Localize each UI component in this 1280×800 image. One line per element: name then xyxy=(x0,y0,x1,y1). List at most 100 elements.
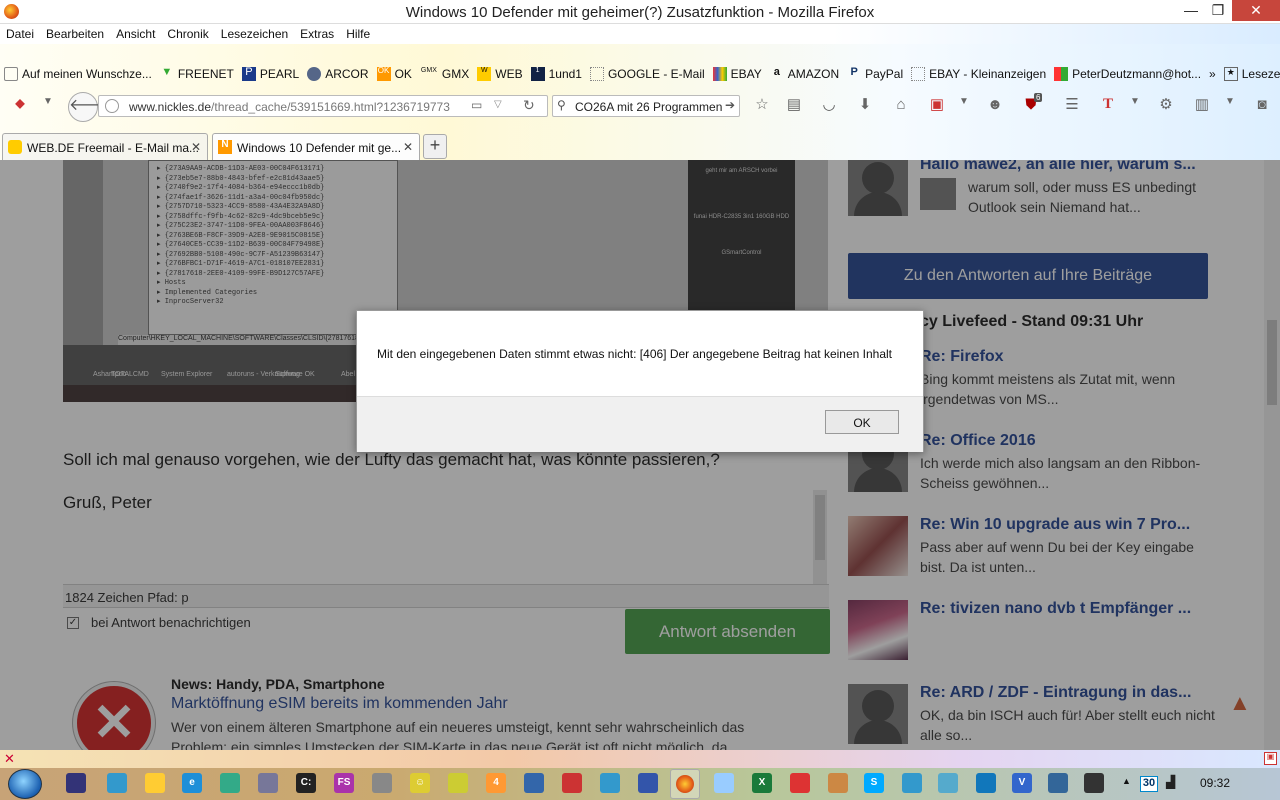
freenet-icon: ▼ xyxy=(161,66,173,78)
start-button[interactable] xyxy=(8,769,42,799)
chevron-up-icon[interactable]: ▲ xyxy=(1122,777,1131,786)
app-icon[interactable] xyxy=(372,773,392,793)
reload-icon[interactable]: ↻ xyxy=(523,98,535,112)
app-icon[interactable] xyxy=(902,773,922,793)
back-button[interactable]: 🡐 xyxy=(68,92,112,122)
addon-icon[interactable]: ▣ xyxy=(927,97,947,117)
menu-icon[interactable]: ☰ xyxy=(1062,97,1082,117)
firefox-taskbar-button[interactable] xyxy=(670,769,700,799)
app-icon[interactable] xyxy=(1048,773,1068,793)
reader-view-icon[interactable]: ▭ xyxy=(471,99,482,111)
close-tab-icon[interactable]: ✕ xyxy=(191,140,201,154)
menu-extras[interactable]: Extras xyxy=(300,27,334,41)
bookmarks-overflow-button[interactable]: » xyxy=(1209,67,1216,81)
signal-icon[interactable]: ▟ xyxy=(1166,776,1175,788)
bookmark-item[interactable]: EBAY - Kleinanzeigen xyxy=(911,67,1046,81)
fritzbox-icon[interactable]: ◆ xyxy=(10,97,30,117)
close-icon[interactable]: ✕ xyxy=(4,751,15,767)
bookmark-item[interactable]: OK OK xyxy=(376,67,412,81)
app-icon[interactable] xyxy=(938,773,958,793)
maximize-button[interactable]: ❐ xyxy=(1204,2,1232,23)
addon-badge: 6 xyxy=(1034,93,1043,102)
emoji-icon[interactable]: ☻ xyxy=(985,97,1005,117)
menu-bar: Datei Bearbeiten Ansicht Chronik Lesezei… xyxy=(0,24,1280,44)
gmx-icon: GMX xyxy=(420,67,437,74)
bookmark-item[interactable]: P PEARL xyxy=(241,67,299,81)
home-icon[interactable]: ⌂ xyxy=(891,97,911,117)
bookmarks-menu-button[interactable]: ★Lesezeichen xyxy=(1223,67,1280,81)
app-icon[interactable] xyxy=(524,773,544,793)
new-tab-button[interactable]: + xyxy=(423,134,447,159)
window-title: Windows 10 Defender mit geheimer(?) Zusa… xyxy=(405,4,875,21)
tab-nickles[interactable]: N Windows 10 Defender mit ge... ✕ xyxy=(212,133,420,160)
clock[interactable]: 09:32 xyxy=(1200,776,1230,790)
search-input[interactable]: CO26A mit 26 Programmen xyxy=(575,100,722,114)
url-bar[interactable]: www.nickles.de/thread_cache/539151669.ht… xyxy=(98,95,548,117)
text-tool-icon[interactable]: T xyxy=(1098,97,1118,117)
bookmark-item[interactable]: GMX GMX xyxy=(420,67,469,81)
menu-datei[interactable]: Datei xyxy=(6,27,34,41)
excel-icon[interactable]: X xyxy=(752,773,772,793)
bookmark-item[interactable]: GOOGLE - E-Mail xyxy=(589,67,705,81)
chrome-icon[interactable] xyxy=(790,773,810,793)
fs-icon[interactable]: FS xyxy=(334,773,354,793)
webde-icon xyxy=(8,140,22,154)
cmd-icon[interactable]: C: xyxy=(296,773,316,793)
addon-icon[interactable]: ▣ xyxy=(1264,752,1277,765)
emoji-icon[interactable]: ☺ xyxy=(410,773,430,793)
chevron-down-icon[interactable]: ▽ xyxy=(494,100,502,110)
tab-webde[interactable]: WEB.DE Freemail - E-Mail ma... ✕ xyxy=(2,133,208,160)
app-icon[interactable] xyxy=(976,773,996,793)
bookmark-item[interactable]: ▼ FREENET xyxy=(160,66,233,82)
chevron-down-icon[interactable]: ▼ xyxy=(1220,97,1240,117)
bookmarks-list-icon[interactable]: ▤ xyxy=(784,97,804,117)
skype-icon[interactable]: S xyxy=(864,773,884,793)
menu-lesezeichen[interactable]: Lesezeichen xyxy=(221,27,288,41)
bookmark-item[interactable]: EBAY xyxy=(712,67,762,81)
pocket-icon[interactable]: ◡ xyxy=(819,97,839,117)
download-icon[interactable]: ⬇ xyxy=(855,97,875,117)
ie-icon[interactable]: e xyxy=(182,773,202,793)
app-icon[interactable] xyxy=(562,773,582,793)
menu-ansicht[interactable]: Ansicht xyxy=(116,27,155,41)
app-icon[interactable]: V xyxy=(1012,773,1032,793)
arcor-icon xyxy=(307,67,322,81)
ebay-icon xyxy=(712,67,727,81)
puzzle-icon[interactable]: ⚙ xyxy=(1156,97,1176,117)
explorer-icon[interactable] xyxy=(66,773,86,793)
menu-chronik[interactable]: Chronik xyxy=(167,27,208,41)
bookmark-item[interactable]: PeterDeutzmann@hot... xyxy=(1054,67,1201,81)
app-icon[interactable] xyxy=(1084,773,1104,793)
app-icon[interactable]: 4 xyxy=(486,773,506,793)
clipboard-icon[interactable]: ▥ xyxy=(1192,97,1212,117)
app-icon[interactable] xyxy=(828,773,848,793)
chevron-down-icon[interactable]: ▼ xyxy=(38,97,58,117)
app-icon[interactable] xyxy=(448,773,468,793)
bookmark-item[interactable]: W WEB xyxy=(477,67,523,81)
tray-calendar[interactable]: 30 xyxy=(1140,776,1158,792)
app-icon[interactable] xyxy=(220,773,240,793)
search-bar[interactable]: ⚲ CO26A mit 26 Programmen ➔ xyxy=(552,95,740,117)
app-icon[interactable] xyxy=(600,773,620,793)
menu-bearbeiten[interactable]: Bearbeiten xyxy=(46,27,104,41)
bookmark-item[interactable]: 1 1und1 xyxy=(530,67,582,81)
bookmark-item[interactable]: P PayPal xyxy=(847,67,903,82)
minimize-button[interactable]: — xyxy=(1176,2,1206,23)
bookmark-item[interactable]: Auf meinen Wunschze... xyxy=(4,67,152,81)
folder-icon[interactable] xyxy=(145,773,165,793)
ok-button[interactable]: OK xyxy=(825,410,899,434)
bookmark-star-icon[interactable]: ☆ xyxy=(752,97,772,117)
chevron-down-icon[interactable]: ▼ xyxy=(1125,97,1145,117)
bookmark-item[interactable]: ARCOR xyxy=(307,67,369,81)
close-button[interactable]: ✕ xyxy=(1232,0,1280,21)
camera-icon[interactable]: ◙ xyxy=(1252,97,1272,117)
app-icon[interactable] xyxy=(258,773,278,793)
bookmark-item[interactable]: a AMAZON xyxy=(770,67,839,82)
app-icon[interactable] xyxy=(107,773,127,793)
close-tab-icon[interactable]: ✕ xyxy=(403,140,413,154)
app-icon[interactable] xyxy=(714,773,734,793)
menu-hilfe[interactable]: Hilfe xyxy=(346,27,370,41)
arrow-right-icon[interactable]: ➔ xyxy=(725,99,735,111)
chevron-down-icon[interactable]: ▼ xyxy=(954,97,974,117)
save-icon[interactable] xyxy=(638,773,658,793)
